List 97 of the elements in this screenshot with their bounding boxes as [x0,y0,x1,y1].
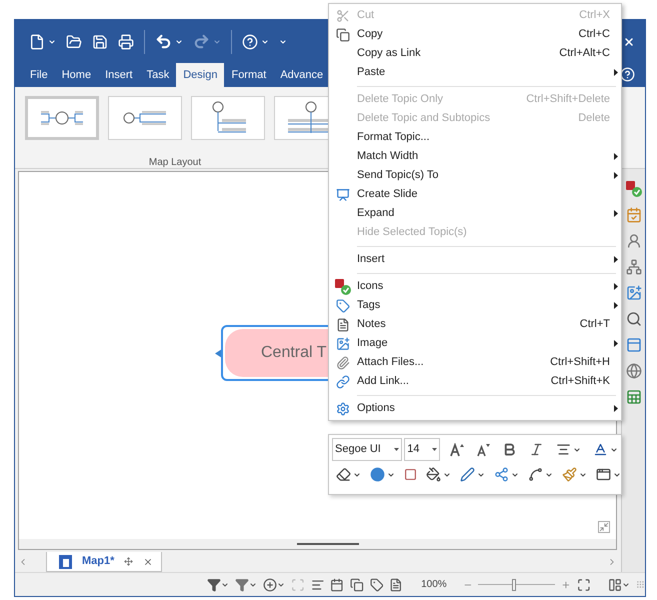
ribbon-tab[interactable]: Design [176,63,224,87]
font-size-dropdown[interactable]: 14 [404,438,440,461]
menu-item[interactable]: Options [329,399,621,418]
menu-item[interactable]: Copy Ctrl+C [329,25,621,44]
menu-item[interactable]: Format Topic... [329,128,621,147]
ribbon-tab[interactable]: Task [140,63,176,87]
new-file-icon[interactable] [29,34,45,50]
horizontal-scrollbar[interactable] [296,543,358,545]
resize-grip-icon[interactable] [636,580,646,589]
menu-item[interactable]: Icons [329,277,621,296]
save-icon[interactable] [92,34,108,50]
collapse-handle-icon[interactable] [215,348,222,358]
notes-icon [336,318,350,332]
redo-icon[interactable] [193,33,210,50]
help-icon[interactable] [620,67,635,82]
topic-label: Central T [261,343,327,363]
fill-color-icon[interactable] [426,467,441,482]
overlap-icon[interactable] [350,578,364,592]
filter-icon[interactable] [207,578,221,592]
line-color-icon[interactable] [460,467,475,482]
ribbon-tab[interactable]: Insert [98,63,140,87]
help-icon[interactable] [242,34,258,50]
ribbon-tab[interactable]: Home [54,63,98,87]
add-circle-icon[interactable] [263,578,277,592]
float-icon[interactable] [124,557,134,566]
menu-item[interactable]: Create Slide [329,185,621,204]
tag-icon[interactable] [370,578,384,592]
submenu-arrow-icon [614,153,618,160]
menu-item[interactable]: Tags [329,296,621,315]
fit-corner-icon[interactable] [598,521,610,533]
align-center-icon[interactable] [556,442,571,457]
person-icon[interactable] [626,233,642,249]
bold-icon[interactable] [502,442,517,457]
map-file-icon [59,554,72,568]
submenu-arrow-icon [614,340,618,347]
close-icon[interactable] [623,36,635,48]
branch-style-icon[interactable] [494,467,509,482]
submenu-arrow-icon [614,256,618,263]
font-dropdown[interactable]: Segoe UI [332,438,402,461]
ribbon-tab[interactable]: Advance [273,63,330,87]
flag-check-icon[interactable] [626,181,642,197]
dropdown-arrow-icon [432,448,437,451]
copy-icon [336,28,350,42]
link-icon [336,374,350,388]
print-icon[interactable] [118,34,134,50]
menu-item[interactable]: Match Width [329,147,621,166]
submenu-arrow-icon [614,69,618,76]
layout-option[interactable] [25,96,99,140]
slides-icon[interactable] [626,337,642,353]
fit-map-icon[interactable] [576,578,590,592]
zoom-slider[interactable] [478,578,555,590]
group-label: Map Layout [148,157,202,168]
submenu-arrow-icon [614,172,618,179]
notes-icon[interactable] [389,578,404,592]
menu-item[interactable]: Insert [329,250,621,269]
flag-check-icon [335,278,351,294]
calendar-icon[interactable] [330,578,344,592]
spreadsheet-icon[interactable] [626,389,642,405]
undo-icon[interactable] [155,33,172,50]
ribbon-tab[interactable]: Format [224,63,274,87]
layout-icon[interactable] [608,578,622,592]
submenu-arrow-icon [614,302,618,309]
settings-icon [336,402,350,416]
italic-icon[interactable] [529,442,544,457]
image-icon[interactable] [626,285,642,301]
zoom-in-icon[interactable] [560,580,571,590]
font-color-icon[interactable] [593,442,608,457]
tag-icon [336,298,350,312]
hierarchy-icon[interactable] [626,259,642,275]
menu-item[interactable]: Send Topic(s) To [329,166,621,185]
menu-item[interactable]: Paste [329,63,621,82]
filter-icon[interactable] [235,578,249,592]
shrink-font-icon[interactable] [476,442,490,456]
grow-font-icon[interactable] [450,442,464,456]
submenu-arrow-icon [614,283,618,290]
paperclip-icon [336,356,350,370]
ribbon-tab[interactable]: File [23,63,55,87]
outline-icon[interactable] [310,578,324,592]
topic-shape-icon[interactable] [596,467,611,482]
submenu-arrow-icon [614,405,618,412]
connector-icon[interactable] [528,467,543,482]
scissors-icon [336,8,350,22]
menu-item[interactable]: Expand [329,204,621,223]
slide-icon [336,188,350,202]
submenu-arrow-icon [614,210,618,217]
layout-option[interactable] [191,96,265,140]
layout-option[interactable] [108,96,182,140]
close-icon[interactable] [143,556,154,566]
shape-fill-icon[interactable] [370,467,385,482]
globe-icon[interactable] [626,363,642,379]
zoom-level: 100% [421,578,447,592]
menu-item[interactable]: Copy as Link Ctrl+Alt+C [329,44,621,63]
image-icon [336,336,350,350]
search-icon[interactable] [626,311,642,327]
dropdown-arrow-icon [394,448,400,451]
open-folder-icon[interactable] [66,34,82,50]
document-tab[interactable]: Map1* [46,552,162,572]
